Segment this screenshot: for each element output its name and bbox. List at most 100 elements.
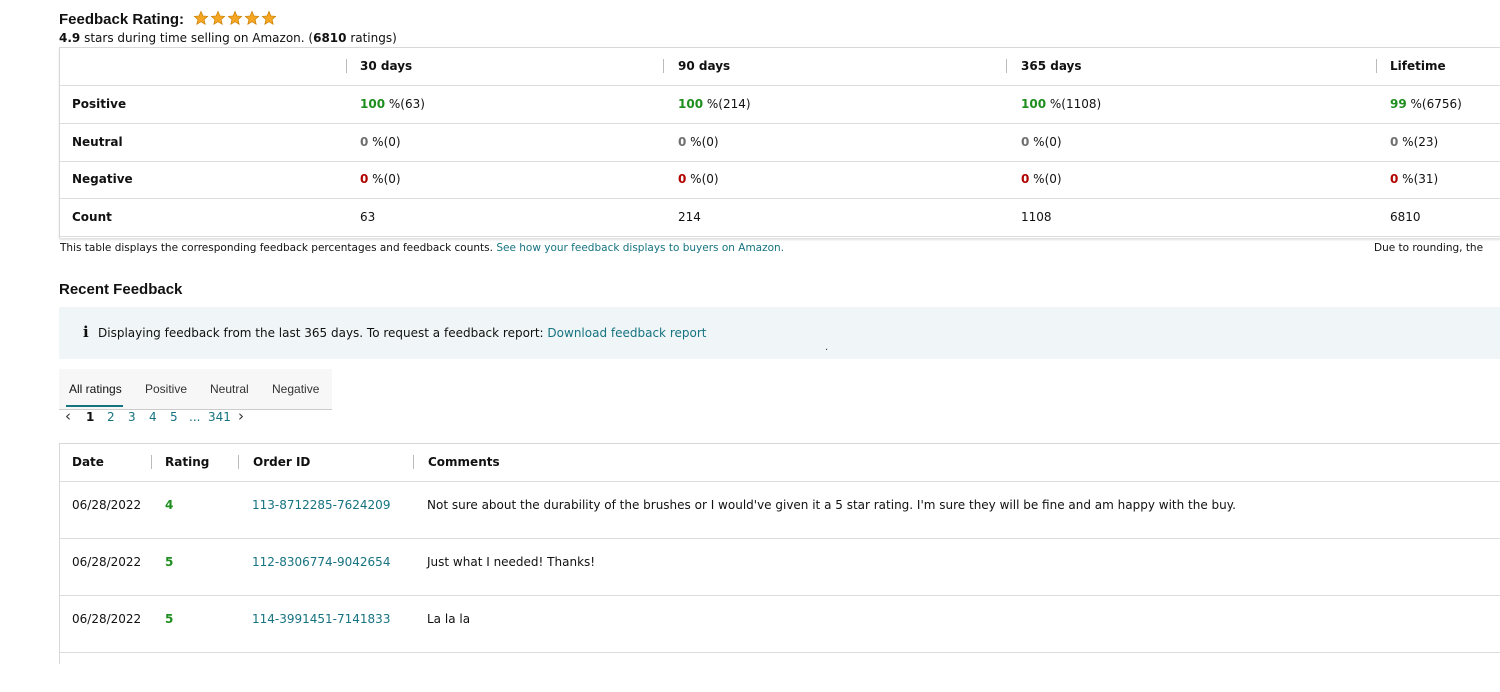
header-90-days: 90 days [678, 59, 731, 73]
table-note-text: This table displays the corresponding fe… [60, 242, 497, 254]
summary-header-row: 30 days 90 days 365 days Lifetime [60, 48, 1500, 86]
summary-cell-detail: %(31) [1398, 172, 1439, 186]
table-note: This table displays the corresponding fe… [60, 242, 784, 254]
summary-cell: 63 [360, 199, 375, 236]
order-id-link[interactable]: 112-8306774-9042654 [252, 539, 390, 585]
summary-cell-value: 6810 [1390, 210, 1421, 224]
page-1[interactable]: 1 [86, 410, 94, 424]
download-report-link[interactable]: Download feedback report [547, 326, 706, 340]
feedback-date: 06/28/2022 [72, 612, 142, 626]
feedback-summary-table: 30 days 90 days 365 days Lifetime Positi… [59, 47, 1500, 238]
summary-cell: 0 %(0) [360, 124, 401, 161]
order-id-link[interactable]: 113-8712285-7624209 [252, 482, 390, 528]
prev-page-chevron-icon[interactable]: ‹ [65, 407, 71, 425]
summary-cell-detail: %(0) [1029, 135, 1062, 149]
buyer-display-link[interactable]: See how your feedback displays to buyers… [496, 242, 784, 254]
page-2[interactable]: 2 [107, 410, 115, 424]
summary-row-label: Positive [72, 97, 127, 111]
summary-cell: 0 %(0) [678, 161, 719, 198]
summary-cell-detail: %(214) [703, 97, 751, 111]
star-icon [227, 10, 243, 25]
feedback-comment: Not sure about the durability of the bru… [427, 498, 1236, 512]
summary-cell-detail: %(6756) [1406, 97, 1462, 111]
order-id-link[interactable]: 114-3991451-7141833 [252, 596, 390, 642]
summary-cell-detail: %(0) [368, 135, 401, 149]
page-3[interactable]: 3 [128, 410, 136, 424]
ratings-count: 6810 [313, 31, 347, 45]
summary-cell-detail: %(0) [1029, 172, 1062, 186]
summary-cell: 6810 [1390, 199, 1421, 236]
rounding-note: Due to rounding, the [1374, 242, 1484, 254]
page-5[interactable]: 5 [170, 410, 178, 424]
next-page-chevron-icon[interactable]: › [238, 407, 244, 425]
summary-cell: 1108 [1021, 199, 1052, 236]
summary-cell-value: 99 [1390, 97, 1407, 111]
feedback-comment: La la la [427, 612, 471, 626]
summary-row-count: Count 63 214 1108 6810 [60, 199, 1500, 237]
summary-cell-detail: %(1108) [1046, 97, 1102, 111]
summary-cell: 99 %(6756) [1390, 86, 1462, 123]
star-rating [193, 10, 277, 26]
average-stars: 4.9 [59, 31, 81, 45]
summary-row-neutral: Neutral 0 %(0) 0 %(0) 0 %(0) 0 %(23) [60, 124, 1500, 162]
tab-negative[interactable]: Negative [272, 382, 319, 396]
header-comments: Comments [428, 455, 500, 469]
summary-cell-value: 1108 [1021, 210, 1052, 224]
summary-cell: 100 %(214) [678, 86, 751, 123]
stray-dot: . [825, 342, 829, 353]
summary-row-label: Neutral [72, 135, 123, 149]
summary-cell-detail: %(63) [385, 97, 425, 111]
summary-row-label: Count [72, 210, 112, 224]
page-last[interactable]: 341 [208, 410, 231, 424]
recent-feedback-title: Recent Feedback [59, 281, 183, 298]
summary-row-positive: Positive 100 %(63) 100 %(214) 100 %(1108) 99… [60, 86, 1500, 124]
feedback-rating: 5 [165, 555, 174, 569]
summary-cell-value: 100 [678, 97, 704, 111]
header-date: Date [72, 455, 104, 469]
summary-text-end: ratings) [346, 31, 397, 45]
summary-cell-value: 214 [678, 210, 701, 224]
tab-positive[interactable]: Positive [145, 382, 187, 396]
info-text: Displaying feedback from the last 365 da… [98, 326, 706, 340]
feedback-rating: 4 [165, 498, 174, 512]
header-365-days: 365 days [1021, 59, 1082, 73]
star-icon [193, 10, 209, 25]
star-icon [244, 10, 260, 25]
summary-cell-detail: %(0) [368, 172, 401, 186]
summary-cell: 0 %(0) [1021, 161, 1062, 198]
table-row: 06/28/2022 5 114-3991451-7141833 La la la [60, 596, 1500, 653]
header-order-id: Order ID [253, 455, 311, 469]
info-icon: i [83, 323, 89, 341]
page-ellipsis: ... [189, 410, 201, 424]
summary-cell: 0 %(0) [678, 124, 719, 161]
info-message: Displaying feedback from the last 365 da… [98, 326, 548, 340]
rating-filter-tabs: All ratings Positive Neutral Negative [59, 369, 332, 410]
header-rating: Rating [165, 455, 210, 469]
tab-neutral[interactable]: Neutral [210, 382, 249, 396]
summary-cell: 0 %(0) [360, 161, 401, 198]
summary-text: stars during time selling on Amazon. ( [80, 31, 314, 45]
recent-header-row: Date Rating Order ID Comments [60, 444, 1500, 482]
summary-cell: 100 %(63) [360, 86, 425, 123]
feedback-date: 06/28/2022 [72, 555, 142, 569]
recent-feedback-table: Date Rating Order ID Comments 06/28/2022… [59, 443, 1500, 664]
tab-all-ratings[interactable]: All ratings [69, 382, 122, 396]
summary-cell: 214 [678, 199, 701, 236]
page-4[interactable]: 4 [149, 410, 157, 424]
summary-cell-value: 100 [1021, 97, 1047, 111]
table-row: 06/28/2022 4 113-8712285-7624209 Not sure a… [60, 482, 1500, 539]
rating-summary: 4.9 stars during time selling on Amazon.… [59, 31, 397, 45]
header-lifetime: Lifetime [1390, 59, 1446, 73]
summary-cell: 100 %(1108) [1021, 86, 1101, 123]
feedback-rating: 5 [165, 612, 174, 626]
feedback-comment: Just what I needed! Thanks! [427, 555, 596, 569]
feedback-date: 06/28/2022 [72, 498, 142, 512]
summary-cell-value: 63 [360, 210, 376, 224]
summary-cell-detail: %(23) [1398, 135, 1439, 149]
summary-row-label: Negative [72, 172, 133, 186]
star-icon [261, 10, 277, 25]
table-row: 06/28/2022 5 112-8306774-9042654 Just what … [60, 539, 1500, 596]
summary-cell-value: 100 [360, 97, 386, 111]
summary-cell-detail: %(0) [686, 135, 719, 149]
summary-cell: 0 %(31) [1390, 161, 1438, 198]
